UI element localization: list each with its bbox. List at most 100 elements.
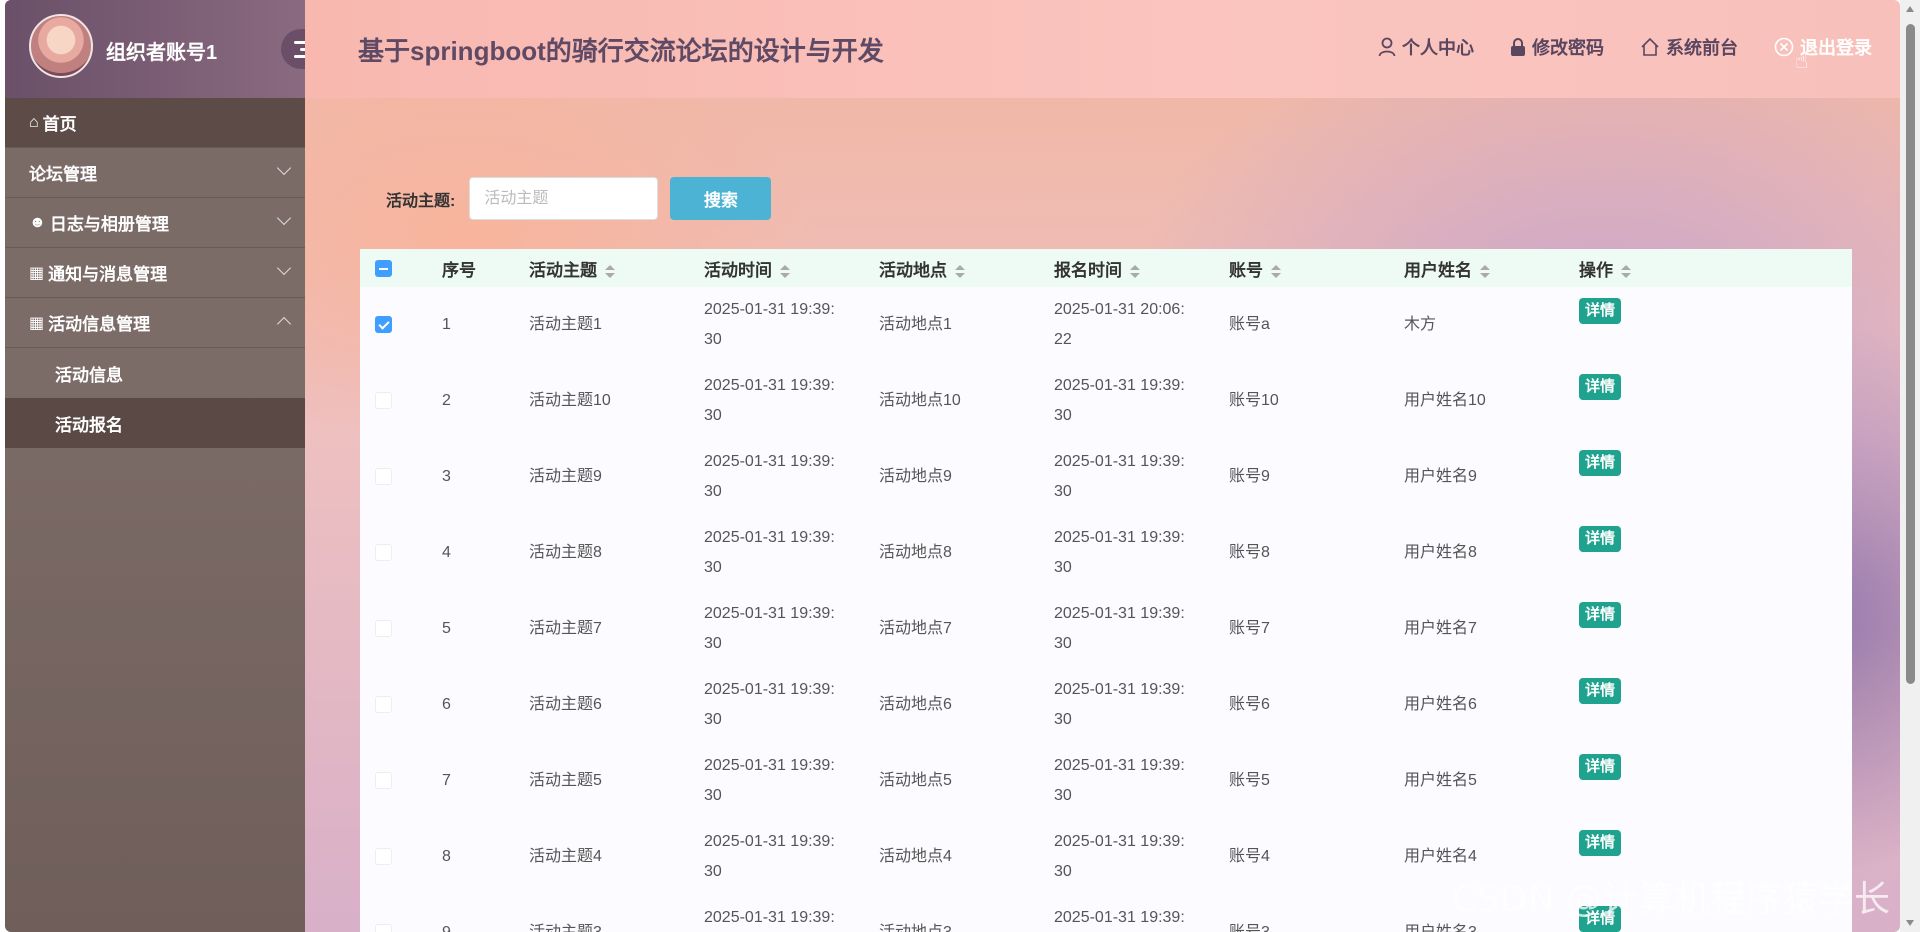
cell-topic: 活动主题5 bbox=[529, 772, 602, 789]
submenu-item-activity-signup[interactable]: 活动报名 bbox=[5, 398, 305, 448]
change-password-link[interactable]: 修改密码 bbox=[1510, 34, 1604, 60]
menu-item-blog-album[interactable]: ☻ 日志与相册管理 bbox=[5, 198, 305, 248]
cell-topic: 活动主题9 bbox=[529, 468, 602, 485]
table-row: 1 活动主题1 2025-01-31 19:39: 30 活动地点1 2025-01-31… bbox=[360, 287, 1852, 363]
logout-link[interactable]: 退出登录 bbox=[1774, 34, 1872, 60]
sort-icon[interactable] bbox=[1621, 264, 1631, 278]
chevron-down-icon bbox=[276, 160, 292, 176]
detail-button[interactable]: 详情 bbox=[1579, 678, 1622, 704]
cell-signup-time: 2025-01-31 19:39:30 bbox=[1054, 681, 1185, 728]
cell-place: 活动地点3 bbox=[879, 895, 1054, 932]
row-checkbox[interactable] bbox=[375, 924, 392, 932]
cell-place: 活动地点7 bbox=[879, 620, 952, 637]
detail-button[interactable]: 详情 bbox=[1579, 298, 1622, 324]
menu-item-activities[interactable]: ▦ 活动信息管理 bbox=[5, 298, 305, 348]
cell-account: 账号3 bbox=[1229, 895, 1404, 932]
table-row: 5 活动主题7 2025-01-31 19:39: 30 活动地点7 2025-01-31… bbox=[360, 591, 1852, 667]
column-header[interactable]: 账号 bbox=[1229, 249, 1404, 287]
cell-index: 2 bbox=[442, 392, 451, 409]
menu-item-label: 首页 bbox=[42, 115, 77, 134]
detail-button[interactable]: 详情 bbox=[1579, 754, 1622, 780]
topbar: 基于springboot的骑行交流论坛的设计与开发 个人中心 修改密码 系统前台… bbox=[305, 0, 1900, 98]
cell-signup-time: 2025-01-31 19:39:30 bbox=[1054, 605, 1185, 652]
cell-user-name: 用户姓名6 bbox=[1404, 696, 1477, 713]
app-window: 组织者账号1 ⌂ 首页 论坛管理 ☻ 日志与相册管理 ▦ 通知与消息管理 ▦ 活… bbox=[5, 0, 1900, 932]
table-row: 3 活动主题9 2025-01-31 19:39: 30 活动地点9 2025-01-31… bbox=[360, 439, 1852, 515]
row-checkbox[interactable] bbox=[375, 772, 392, 790]
home-icon bbox=[1641, 37, 1659, 56]
search-button[interactable]: 搜索 bbox=[670, 177, 772, 220]
avatar[interactable] bbox=[29, 14, 93, 78]
detail-button[interactable]: 详情 bbox=[1579, 830, 1622, 856]
search-label: 活动主题: bbox=[386, 192, 456, 210]
cell-user-name: 木方 bbox=[1404, 316, 1437, 333]
personal-center-link[interactable]: 个人中心 bbox=[1378, 34, 1474, 60]
system-frontend-link[interactable]: 系统前台 bbox=[1640, 34, 1738, 60]
row-checkbox[interactable] bbox=[375, 544, 392, 562]
column-header[interactable]: 活动时间 bbox=[704, 249, 879, 287]
cell-user-name: 用户姓名8 bbox=[1404, 544, 1477, 561]
sort-icon[interactable] bbox=[1480, 264, 1490, 278]
search-input[interactable] bbox=[469, 177, 659, 220]
page-scrollbar[interactable] bbox=[1900, 0, 1920, 932]
cell-place: 活动地点9 bbox=[879, 468, 952, 485]
table-row: 4 活动主题8 2025-01-31 19:39: 30 活动地点8 2025-01-31… bbox=[360, 515, 1852, 591]
sort-icon[interactable] bbox=[605, 264, 615, 278]
column-header: 序号 bbox=[442, 260, 476, 280]
account-name: 组织者账号1 bbox=[106, 42, 218, 64]
menu-item-label: 活动信息管理 bbox=[48, 315, 151, 334]
select-all-checkbox[interactable] bbox=[375, 260, 392, 278]
cell-index: 8 bbox=[442, 848, 451, 865]
cell-account: 账号9 bbox=[1229, 468, 1270, 485]
column-header[interactable]: 报名时间 bbox=[1054, 249, 1229, 287]
menu-item-label: 通知与消息管理 bbox=[48, 265, 168, 284]
column-header[interactable]: 操作 bbox=[1579, 249, 1852, 287]
cell-signup-time: 2025-01-31 19:39:30 bbox=[1054, 529, 1185, 576]
scrollbar-thumb[interactable] bbox=[1906, 24, 1915, 684]
sort-icon[interactable] bbox=[955, 264, 965, 278]
cell-signup-time: 2025-01-31 19:39:30 bbox=[1054, 833, 1185, 880]
cell-place: 活动地点1 bbox=[879, 316, 952, 333]
column-header[interactable]: 用户姓名 bbox=[1404, 249, 1579, 287]
top-link-label: 修改密码 bbox=[1532, 38, 1604, 58]
submenu-item-activity-info[interactable]: 活动信息 bbox=[5, 348, 305, 398]
top-link-label: 个人中心 bbox=[1402, 38, 1474, 58]
sort-icon[interactable] bbox=[780, 264, 790, 278]
row-checkbox[interactable] bbox=[375, 468, 392, 486]
cell-activity-time: 2025-01-31 19:39:30 bbox=[704, 681, 835, 728]
sort-icon[interactable] bbox=[1271, 264, 1281, 278]
detail-button[interactable]: 详情 bbox=[1579, 374, 1622, 400]
cell-topic: 活动主题3 bbox=[529, 895, 704, 932]
grid-icon: ▦ bbox=[29, 314, 45, 332]
user-icon bbox=[1378, 37, 1396, 57]
row-checkbox[interactable] bbox=[375, 696, 392, 714]
menu-item-forum[interactable]: 论坛管理 bbox=[5, 148, 305, 198]
sort-icon[interactable] bbox=[1130, 264, 1140, 278]
table-row: 7 活动主题5 2025-01-31 19:39: 30 活动地点5 2025-01-31… bbox=[360, 743, 1852, 819]
mouse-cursor-icon: ☝ bbox=[1795, 48, 1809, 73]
table-row: 2 活动主题10 2025-01-31 19:39: 30 活动地点10 2025-01-… bbox=[360, 363, 1852, 439]
scroll-down-icon[interactable] bbox=[1906, 920, 1914, 926]
cell-activity-time: 2025-01-31 19:39:30 bbox=[704, 757, 835, 804]
cell-activity-time: 2025-01-31 19:39:30 bbox=[704, 605, 835, 652]
detail-button[interactable]: 详情 bbox=[1579, 526, 1622, 552]
cell-topic: 活动主题8 bbox=[529, 544, 602, 561]
column-header[interactable]: 活动主题 bbox=[529, 249, 704, 287]
cell-user-name: 用户姓名5 bbox=[1404, 772, 1477, 789]
cell-user-name: 用户姓名10 bbox=[1404, 392, 1486, 409]
row-checkbox[interactable] bbox=[375, 620, 392, 638]
watermark: CSDN @计算机程序猿学长 bbox=[1451, 879, 1890, 920]
row-checkbox[interactable] bbox=[375, 848, 392, 866]
menu-item-home[interactable]: ⌂ 首页 bbox=[5, 98, 305, 148]
detail-button[interactable]: 详情 bbox=[1579, 450, 1622, 476]
close-circle-icon bbox=[1774, 37, 1794, 57]
scroll-up-icon[interactable] bbox=[1906, 6, 1914, 12]
row-checkbox[interactable] bbox=[375, 316, 392, 334]
detail-button[interactable]: 详情 bbox=[1579, 602, 1622, 628]
cell-index: 1 bbox=[442, 316, 451, 333]
grid-icon: ▦ bbox=[29, 264, 45, 282]
row-checkbox[interactable] bbox=[375, 392, 392, 410]
menu-item-notices[interactable]: ▦ 通知与消息管理 bbox=[5, 248, 305, 298]
cell-signup-time: 2025-01-31 20:06: 22 bbox=[1054, 301, 1185, 348]
column-header[interactable]: 活动地点 bbox=[879, 249, 1054, 287]
